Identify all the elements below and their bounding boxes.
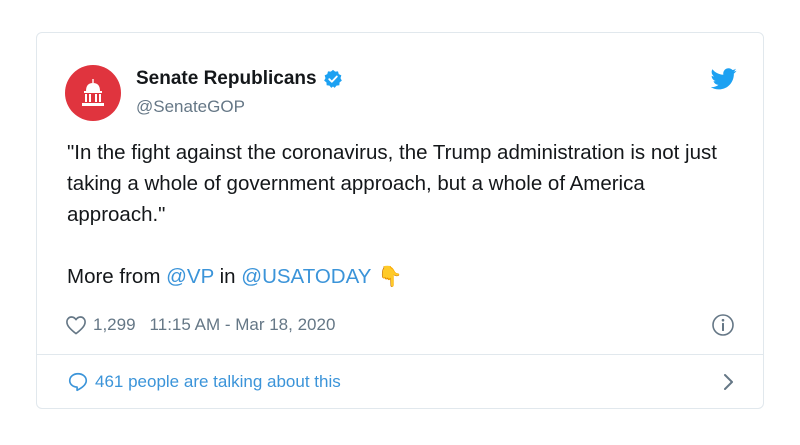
tweet-more-line: More from @VP in @USATODAY 👇 (67, 261, 739, 292)
tweet-meta: 1,299 11:15 AM - Mar 18, 2020 (65, 312, 335, 338)
tweet-card[interactable]: Senate Republicans @SenateGOP "In the fi… (36, 32, 764, 409)
display-name[interactable]: Senate Republicans (136, 68, 317, 90)
heart-icon[interactable] (65, 315, 87, 335)
tweet-timestamp[interactable]: 11:15 AM - Mar 18, 2020 (150, 315, 336, 335)
twitter-bird-icon[interactable] (711, 68, 737, 90)
like-count[interactable]: 1,299 (93, 315, 136, 335)
more-prefix: More from (67, 265, 167, 288)
chevron-right-icon[interactable] (723, 373, 735, 391)
footer-divider (37, 354, 763, 355)
verified-badge-icon (323, 69, 342, 88)
name-row: Senate Republicans (136, 68, 343, 90)
pointing-down-emoji: 👇 (377, 264, 403, 288)
speech-bubble-icon (68, 372, 88, 392)
account-handle[interactable]: @SenateGOP (136, 97, 245, 117)
conversation-link[interactable]: 461 people are talking about this (67, 369, 735, 395)
tweet-text: "In the fight against the coronavirus, t… (67, 141, 717, 226)
avatar[interactable] (65, 65, 121, 121)
info-icon[interactable] (711, 313, 735, 337)
capitol-dome-icon (82, 79, 104, 106)
conversation-label[interactable]: 461 people are talking about this (95, 372, 341, 392)
tweet-header: Senate Republicans @SenateGOP (65, 65, 737, 121)
tweet-body: "In the fight against the coronavirus, t… (67, 137, 739, 292)
more-middle: in (213, 265, 242, 288)
mention-vp-link[interactable]: @VP (166, 265, 214, 288)
mention-usatoday-link[interactable]: @USATODAY (241, 265, 371, 288)
